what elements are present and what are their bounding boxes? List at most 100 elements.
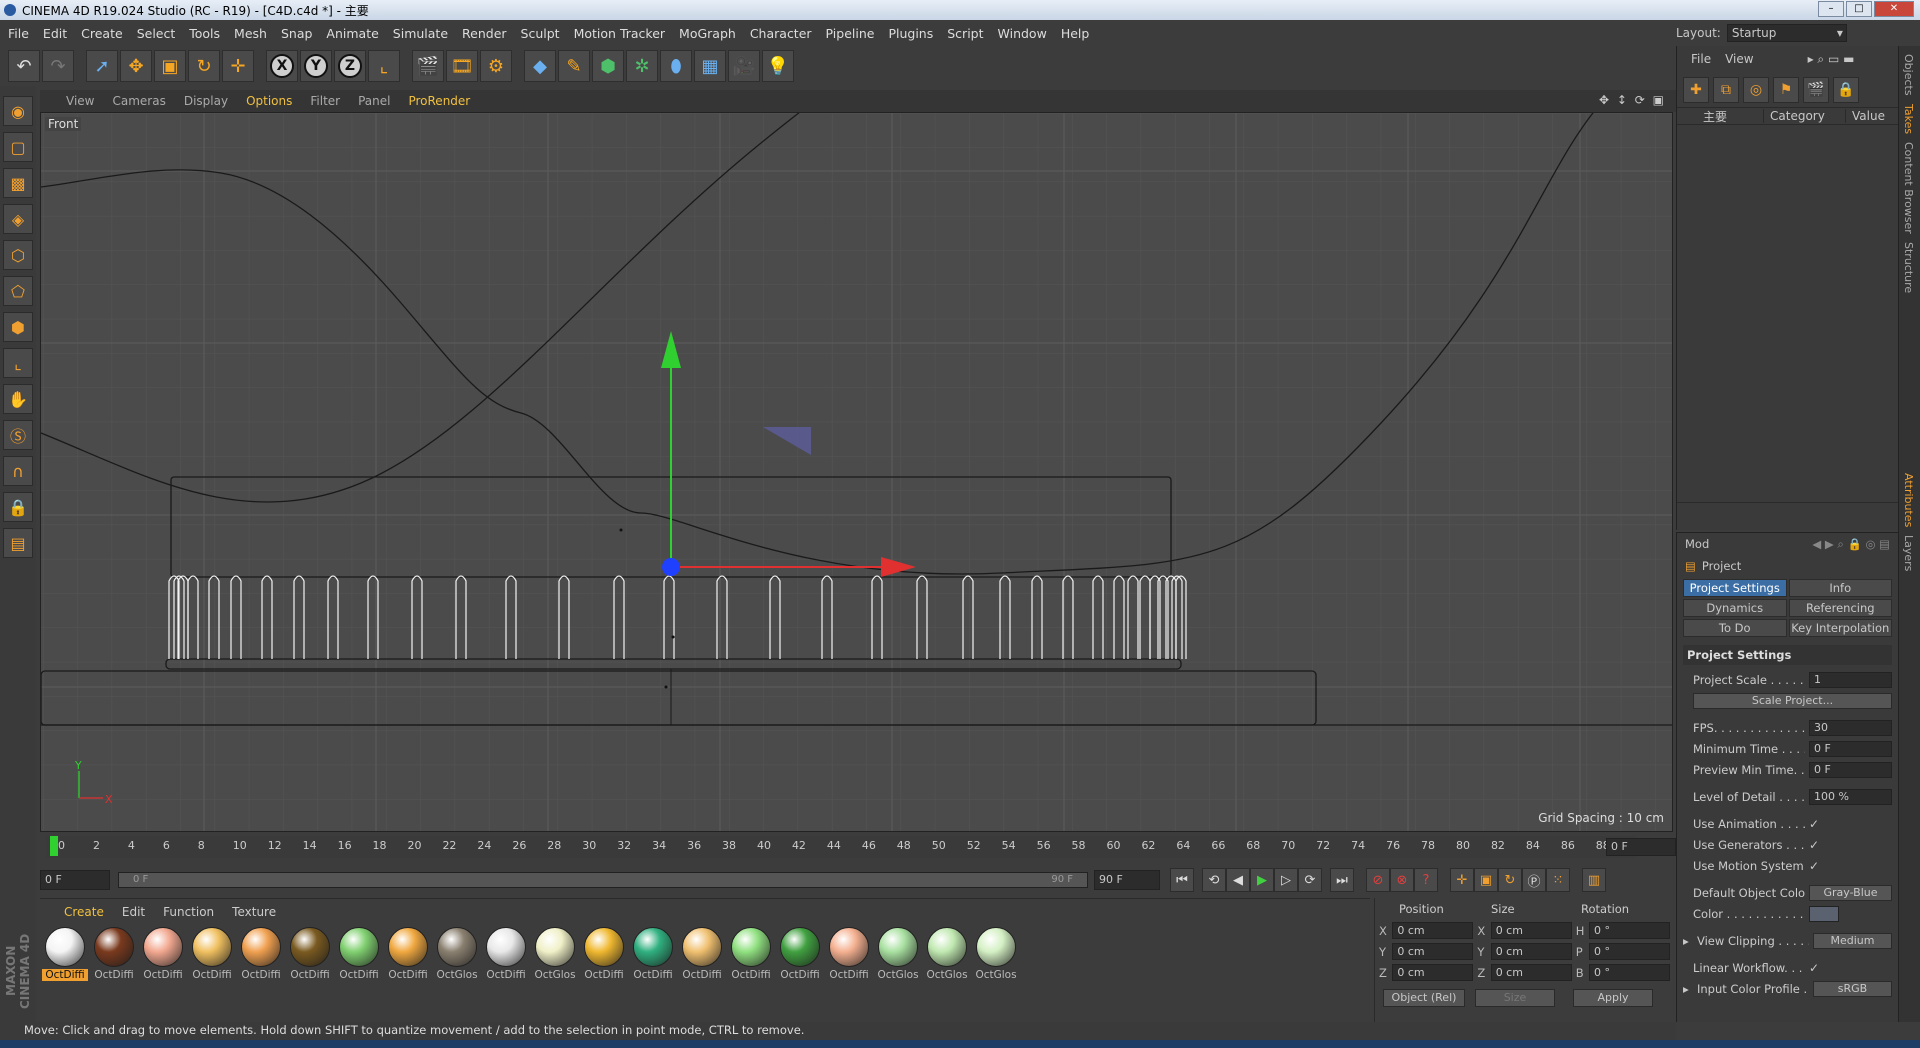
material-item[interactable]: OctDiffi	[42, 927, 88, 981]
material-item[interactable]: OctGlos	[924, 927, 970, 981]
coord-mode-dropdown[interactable]: Object (Rel)	[1383, 989, 1465, 1007]
rot-field[interactable]: 0 °	[1589, 943, 1671, 960]
material-item[interactable]: OctDiffi	[140, 927, 186, 981]
obj-menu-file[interactable]: File	[1691, 52, 1711, 67]
material-item[interactable]: OctDiffi	[777, 927, 823, 981]
take-lock-icon[interactable]: 🔒	[1833, 77, 1859, 103]
position-key-icon[interactable]: ✛	[1450, 868, 1474, 892]
material-item[interactable]: OctGlos	[532, 927, 578, 981]
make-editable-icon[interactable]: ◉	[3, 96, 33, 126]
size-field[interactable]: 0 cm	[1490, 964, 1572, 981]
menu-file[interactable]: File	[8, 26, 29, 41]
preview-min-field[interactable]: 0 F	[1809, 761, 1892, 778]
material-menu-edit[interactable]: Edit	[122, 905, 145, 919]
use-generators-checkbox[interactable]: ✓	[1809, 838, 1823, 852]
take-render-icon[interactable]: 🎬	[1803, 77, 1829, 103]
material-item[interactable]: OctGlos	[875, 927, 921, 981]
expand-arrow-icon[interactable]: ▸	[1683, 982, 1693, 996]
snap-icon[interactable]: ∩	[3, 456, 33, 486]
material-item[interactable]: OctDiffi	[581, 927, 627, 981]
material-item[interactable]: OctDiffi	[287, 927, 333, 981]
transform-icon[interactable]: ✛	[222, 50, 254, 82]
material-item[interactable]: OctDiffi	[630, 927, 676, 981]
render-picture-viewer-icon[interactable]: 🎞	[446, 50, 478, 82]
viewport-menu-view[interactable]: View	[66, 94, 94, 108]
viewport-menu-prorender[interactable]: ProRender	[408, 94, 470, 108]
point-level-icon[interactable]: ⁙	[1546, 868, 1570, 892]
deformer-icon[interactable]: ⬮	[660, 50, 692, 82]
use-motion-checkbox[interactable]: ✓	[1809, 859, 1823, 873]
go-to-start-icon[interactable]: ⏮	[1170, 868, 1194, 892]
menu-select[interactable]: Select	[137, 26, 176, 41]
attr-mode-menu[interactable]: Mod	[1685, 537, 1709, 551]
pos-field[interactable]: 0 cm	[1392, 943, 1474, 960]
menu-simulate[interactable]: Simulate	[393, 26, 448, 41]
take-auto-icon[interactable]: ⚑	[1773, 77, 1799, 103]
scale-project-button[interactable]: Scale Project...	[1693, 692, 1892, 709]
obj-menu-more-icon[interactable]: ▸ ⌕ ▭ ▬	[1808, 52, 1855, 67]
material-item[interactable]: OctDiffi	[189, 927, 235, 981]
viewport-menu-options[interactable]: Options	[246, 94, 292, 108]
attr-nav-icons[interactable]: ◀ ▶ ⌕ 🔒 ◎ ▤	[1812, 537, 1890, 552]
close-button[interactable]: ✕	[1874, 1, 1914, 17]
tab-referencing[interactable]: Referencing	[1788, 599, 1892, 617]
render-settings-icon[interactable]: ⚙	[480, 50, 512, 82]
redo-icon[interactable]: ↷	[42, 50, 74, 82]
previous-frame-icon[interactable]: ◀	[1226, 868, 1250, 892]
size-field[interactable]: 0 cm	[1490, 943, 1572, 960]
min-time-field[interactable]: 0 F	[1809, 740, 1892, 757]
tab-info[interactable]: Info	[1788, 579, 1892, 597]
take-main-label[interactable]: 主要	[1677, 108, 1763, 125]
material-item[interactable]: OctDiffi	[91, 927, 137, 981]
viewport-nav-icons[interactable]: ✥ ↕ ⟳ ▣	[1599, 93, 1666, 107]
start-frame-field[interactable]: 0 F	[40, 870, 110, 890]
y-axis-icon[interactable]: Y	[300, 50, 332, 82]
menu-window[interactable]: Window	[998, 26, 1047, 41]
menu-mograph[interactable]: MoGraph	[679, 26, 736, 41]
next-frame-icon[interactable]: ▷	[1274, 868, 1298, 892]
pos-field[interactable]: 0 cm	[1392, 964, 1474, 981]
rotate-icon[interactable]: ↻	[188, 50, 220, 82]
viewport-menu-display[interactable]: Display	[184, 94, 228, 108]
viewport-menu-filter[interactable]: Filter	[310, 94, 340, 108]
take-override-icon[interactable]: ◎	[1743, 77, 1769, 103]
menu-snap[interactable]: Snap	[281, 26, 312, 41]
material-item[interactable]: OctDiffi	[679, 927, 725, 981]
material-menu-function[interactable]: Function	[163, 905, 214, 919]
tab-layers[interactable]: Layers	[1902, 535, 1915, 571]
material-menu-create[interactable]: Create	[64, 905, 104, 919]
points-mode-icon[interactable]: ⬡	[3, 240, 33, 270]
linear-workflow-checkbox[interactable]: ✓	[1809, 961, 1823, 975]
tab-dynamics[interactable]: Dynamics	[1683, 599, 1787, 617]
take-add-icon[interactable]: ✚	[1683, 77, 1709, 103]
default-color-dropdown[interactable]: Gray-Blue	[1809, 884, 1892, 901]
tab-project-settings[interactable]: Project Settings	[1683, 579, 1787, 597]
maximize-button[interactable]: □	[1846, 1, 1872, 17]
polygons-mode-icon[interactable]: ⬢	[3, 312, 33, 342]
layout-dropdown[interactable]: Startup	[1726, 24, 1847, 42]
current-frame-field[interactable]: 0 F	[1606, 838, 1676, 856]
tweak-mode-icon[interactable]: ✋	[3, 384, 33, 414]
solo-icon[interactable]: Ⓢ	[3, 420, 33, 450]
tab-to-do[interactable]: To Do	[1683, 619, 1787, 637]
menu-animate[interactable]: Animate	[326, 26, 378, 41]
material-item[interactable]: OctDiffi	[238, 927, 284, 981]
rotation-key-icon[interactable]: ↻	[1498, 868, 1522, 892]
lock-workplane-icon[interactable]: 🔒	[3, 492, 33, 522]
use-animation-checkbox[interactable]: ✓	[1809, 817, 1823, 831]
viewport-menu-cameras[interactable]: Cameras	[112, 94, 165, 108]
undo-icon[interactable]: ↶	[8, 50, 40, 82]
menu-mesh[interactable]: Mesh	[234, 26, 267, 41]
x-axis-icon[interactable]: X	[266, 50, 298, 82]
param-key-icon[interactable]: Ⓟ	[1522, 868, 1546, 892]
axis-mode-icon[interactable]: ⌞	[3, 348, 33, 378]
material-item[interactable]: OctGlos	[434, 927, 480, 981]
obj-menu-view[interactable]: View	[1725, 52, 1753, 67]
lod-field[interactable]: 100 %	[1809, 788, 1892, 805]
color-swatch[interactable]	[1809, 905, 1839, 922]
range-slider[interactable]: 0 F 90 F	[118, 872, 1088, 888]
tab-attributes[interactable]: Attributes	[1902, 473, 1915, 527]
scale-icon[interactable]: ▣	[154, 50, 186, 82]
subdivision-icon[interactable]: ⬢	[592, 50, 624, 82]
material-item[interactable]: OctDiffi	[336, 927, 382, 981]
